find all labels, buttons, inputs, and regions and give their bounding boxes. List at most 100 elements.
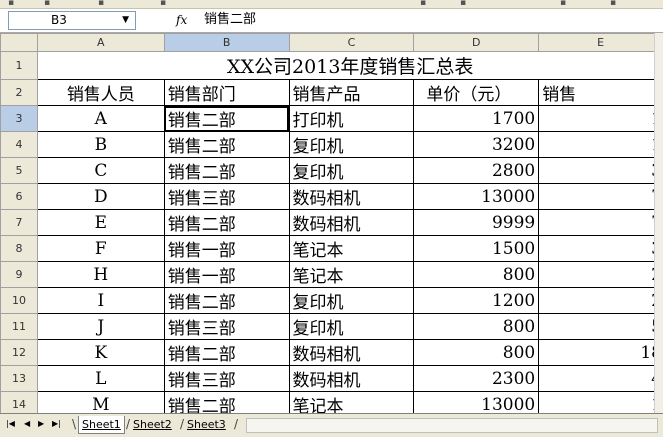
unit-price-cell[interactable]: 9999 (413, 209, 540, 236)
department-cell[interactable]: 销售二部 (163, 105, 290, 132)
salesperson-cell[interactable]: H (36, 261, 165, 288)
column-header-e[interactable]: E (538, 33, 663, 52)
product-cell[interactable]: 笔记本 (288, 261, 415, 288)
toolbar-icon[interactable]: ▪ (420, 0, 426, 8)
sheet-title-cell[interactable]: XX公司2013年度销售汇总表 (37, 52, 662, 80)
first-sheet-button[interactable]: |◀ (6, 418, 15, 430)
department-cell[interactable]: 销售二部 (163, 157, 290, 184)
unit-price-cell[interactable]: 800 (413, 313, 540, 340)
column-header-d[interactable]: D (413, 33, 540, 52)
row-header[interactable]: 3 (0, 105, 38, 132)
product-cell[interactable]: 数码相机 (288, 339, 415, 366)
department-cell[interactable]: 销售二部 (163, 287, 290, 314)
unit-price-cell[interactable]: 800 (413, 261, 540, 288)
sales-cell[interactable]: 5 (538, 313, 663, 340)
column-header-a[interactable]: A (36, 33, 165, 52)
row-header[interactable]: 5 (0, 157, 38, 184)
salesperson-cell[interactable]: A (36, 105, 165, 132)
next-sheet-button[interactable]: ▶ (38, 418, 44, 430)
header-cell-department[interactable]: 销售部门 (163, 79, 290, 106)
salesperson-cell[interactable]: I (36, 287, 165, 314)
salesperson-cell[interactable]: E (36, 209, 165, 236)
tab-sheet1[interactable]: Sheet1 (78, 416, 125, 434)
row-header[interactable]: 4 (0, 131, 38, 158)
row-header[interactable]: 9 (0, 261, 38, 288)
product-cell[interactable]: 笔记本 (288, 235, 415, 262)
sales-cell[interactable]: 3 (538, 235, 663, 262)
department-cell[interactable]: 销售一部 (163, 261, 290, 288)
name-box[interactable]: B3 ▼ (8, 11, 136, 30)
department-cell[interactable]: 销售二部 (163, 131, 290, 158)
header-cell-sales[interactable]: 销售 (538, 79, 663, 106)
product-cell[interactable]: 复印机 (288, 157, 415, 184)
unit-price-cell[interactable]: 2300 (413, 365, 540, 392)
sales-cell[interactable]: 3 (538, 157, 663, 184)
sales-cell[interactable]: 2 (538, 287, 663, 314)
row-header[interactable]: 7 (0, 209, 38, 236)
unit-price-cell[interactable]: 13000 (413, 391, 540, 413)
unit-price-cell[interactable]: 2800 (413, 157, 540, 184)
row-header[interactable]: 12 (0, 339, 38, 366)
product-cell[interactable]: 数码相机 (288, 183, 415, 210)
department-cell[interactable]: 销售一部 (163, 235, 290, 262)
chevron-down-icon[interactable]: ▼ (122, 12, 129, 29)
department-cell[interactable]: 销售二部 (163, 339, 290, 366)
select-all-corner[interactable] (0, 33, 38, 52)
sales-cell[interactable]: 1 (538, 131, 663, 158)
prev-sheet-button[interactable]: ◀ (24, 418, 30, 430)
fx-icon[interactable]: fx (176, 12, 187, 28)
unit-price-cell[interactable]: 1700 (413, 105, 540, 132)
toolbar-icon[interactable]: ▪ (460, 0, 466, 8)
unit-price-cell[interactable]: 1500 (413, 235, 540, 262)
header-cell-product[interactable]: 销售产品 (288, 79, 415, 106)
toolbar-icon[interactable]: ▪ (44, 0, 50, 8)
product-cell[interactable]: 数码相机 (288, 209, 415, 236)
toolbar-icon[interactable]: ▪ (8, 0, 14, 8)
unit-price-cell[interactable]: 800 (413, 339, 540, 366)
row-header[interactable]: 11 (0, 313, 38, 340)
department-cell[interactable]: 销售三部 (163, 183, 290, 210)
sales-cell[interactable]: 4 (538, 365, 663, 392)
salesperson-cell[interactable]: F (36, 235, 165, 262)
column-header-c[interactable]: C (288, 33, 415, 52)
unit-price-cell[interactable]: 13000 (413, 183, 540, 210)
header-cell-salesperson[interactable]: 销售人员 (36, 79, 165, 106)
header-cell-unit-price[interactable]: 单价（元） (413, 79, 540, 106)
sales-cell[interactable]: 1 (538, 391, 663, 413)
formula-input[interactable]: 销售二部 (204, 10, 654, 30)
product-cell[interactable]: 复印机 (288, 131, 415, 158)
sales-cell[interactable]: 18 (538, 339, 663, 366)
department-cell[interactable]: 销售二部 (163, 391, 290, 413)
row-header[interactable]: 1 (0, 51, 38, 80)
row-header[interactable]: 6 (0, 183, 38, 210)
product-cell[interactable]: 复印机 (288, 287, 415, 314)
sales-cell[interactable]: 1 (538, 105, 663, 132)
sales-cell[interactable]: 7 (538, 209, 663, 236)
product-cell[interactable]: 打印机 (288, 105, 415, 132)
tab-sheet2[interactable]: Sheet2 (130, 416, 175, 433)
tab-sheet3[interactable]: Sheet3 (184, 416, 229, 433)
sales-cell[interactable]: 7 (538, 183, 663, 210)
toolbar-icon[interactable]: ▪ (610, 0, 616, 8)
product-cell[interactable]: 数码相机 (288, 365, 415, 392)
unit-price-cell[interactable]: 3200 (413, 131, 540, 158)
row-header[interactable]: 13 (0, 365, 38, 392)
horizontal-scrollbar[interactable] (246, 418, 658, 433)
row-header[interactable]: 10 (0, 287, 38, 314)
department-cell[interactable]: 销售三部 (163, 313, 290, 340)
vertical-scrollbar[interactable] (654, 33, 663, 413)
salesperson-cell[interactable]: D (36, 183, 165, 210)
salesperson-cell[interactable]: B (36, 131, 165, 158)
last-sheet-button[interactable]: ▶| (52, 418, 61, 430)
toolbar-icon[interactable]: ▪ (160, 0, 166, 8)
product-cell[interactable]: 笔记本 (288, 391, 415, 413)
salesperson-cell[interactable]: J (36, 313, 165, 340)
toolbar-icon[interactable]: ▪ (560, 0, 566, 8)
column-header-b[interactable]: B (163, 33, 290, 52)
department-cell[interactable]: 销售三部 (163, 365, 290, 392)
salesperson-cell[interactable]: K (36, 339, 165, 366)
row-header[interactable]: 14 (0, 391, 38, 413)
salesperson-cell[interactable]: M (36, 391, 165, 413)
salesperson-cell[interactable]: C (36, 157, 165, 184)
row-header[interactable]: 8 (0, 235, 38, 262)
